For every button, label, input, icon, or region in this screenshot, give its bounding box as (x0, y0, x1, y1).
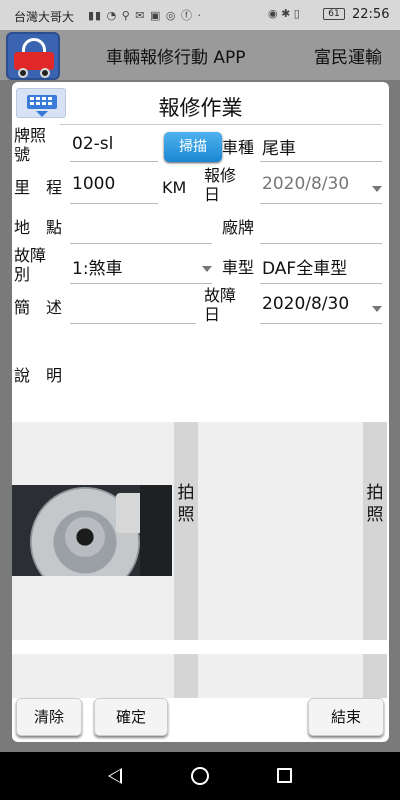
photo-column-4 (363, 654, 387, 698)
home-icon[interactable] (191, 767, 209, 785)
divider (60, 124, 382, 125)
brake-disc-photo (12, 485, 172, 576)
model-input[interactable]: DAF全車型 (260, 254, 382, 284)
app-logo-icon (6, 32, 60, 80)
repair-dialog: 報修作業 牌照號 02-sl 掃描 車種 尾車 里 程 1000 KM 報修日 … (12, 82, 389, 742)
confirm-button[interactable]: 確定 (94, 698, 168, 736)
plate-label: 牌照號 (14, 126, 47, 164)
system-nav-bar (0, 752, 400, 800)
chevron-down-icon (372, 186, 382, 192)
clear-button[interactable]: 清除 (16, 698, 82, 736)
fault-type-label: 故障別 (14, 246, 47, 284)
description-input[interactable] (70, 332, 382, 418)
app-bar: 車輛報修行動 APP 富民運輸 (0, 30, 400, 80)
report-date-select[interactable]: 2020/8/30 (260, 174, 382, 204)
factory-brand-label: 廠牌 (222, 218, 255, 237)
mileage-label: 里 程 (14, 178, 63, 197)
fault-date-select[interactable]: 2020/8/30 (260, 294, 382, 324)
status-bar: 台灣大哥大 ▮▮ ◔ ⚲ ✉ ▣ ◎ ⓕ · ◉ ✱ ▯ 61 22:56 (0, 0, 400, 30)
signal-wifi-icons: ▮▮ ◔ ⚲ ✉ ▣ ◎ ⓕ · (88, 9, 202, 22)
fault-type-select[interactable]: 1:煞車 (70, 254, 212, 284)
location-label: 地 點 (14, 218, 63, 237)
description-label: 說 明 (14, 366, 63, 385)
battery-icon: 61 (323, 8, 345, 20)
report-date-label: 報修日 (204, 166, 237, 204)
model-label: 車型 (222, 258, 255, 277)
photo-slot-4 (198, 654, 363, 698)
take-photo-button-1[interactable]: 拍照 (174, 422, 198, 640)
plate-input[interactable]: 02-sl (70, 134, 158, 162)
end-button[interactable]: 結束 (308, 698, 384, 736)
chevron-down-icon (202, 266, 212, 272)
take-photo-button-2[interactable]: 拍照 (363, 422, 387, 640)
clock: 22:56 (352, 7, 390, 22)
back-icon[interactable] (108, 768, 122, 784)
recent-apps-icon[interactable] (277, 768, 292, 783)
dialog-title: 報修作業 (158, 96, 243, 120)
photo-slot-2 (198, 422, 363, 640)
summary-label: 簡 述 (14, 298, 63, 317)
vehicle-kind-input[interactable]: 尾車 (260, 134, 382, 162)
mileage-input[interactable]: 1000 (70, 174, 158, 204)
eye-bluetooth-icons: ◉ ✱ ▯ (268, 7, 300, 20)
vehicle-kind-label: 車種 (222, 138, 255, 157)
carrier-name: 台灣大哥大 (14, 10, 75, 24)
chevron-down-icon (372, 306, 382, 312)
photo-column-3 (174, 654, 198, 698)
fault-date-label: 故障日 (204, 286, 237, 324)
factory-brand-input[interactable] (260, 214, 382, 244)
company-name: 富民運輸 (314, 48, 382, 68)
scan-button[interactable]: 掃描 (164, 132, 222, 162)
summary-input[interactable] (70, 294, 196, 324)
location-input[interactable] (70, 214, 212, 244)
photo-slot-3 (12, 654, 174, 698)
app-title: 車輛報修行動 APP (106, 48, 246, 68)
mileage-unit: KM (162, 178, 187, 197)
